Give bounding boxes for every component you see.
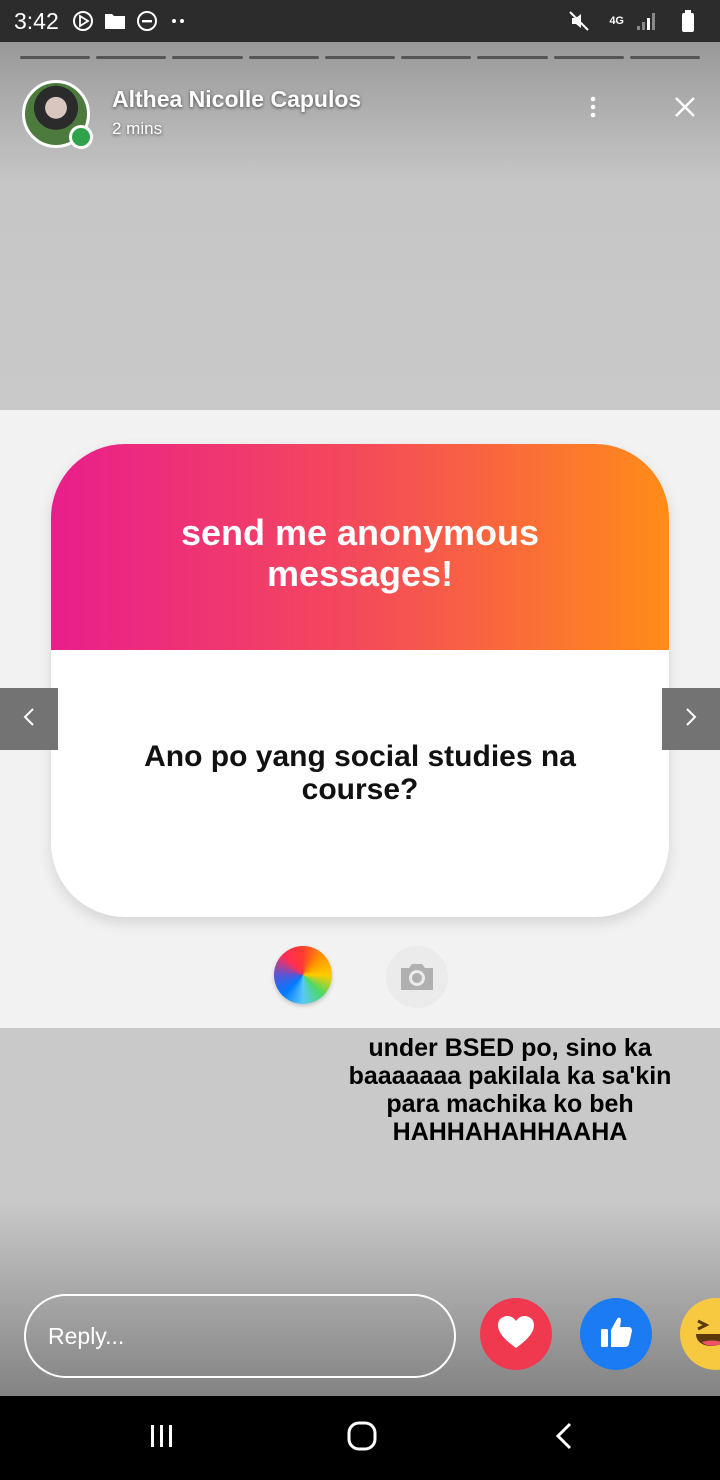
more-notifications-icon [167,9,191,33]
battery-icon [676,9,700,33]
signal-icon [634,9,658,33]
folder-icon [103,9,127,33]
recent-apps-icon [147,1422,177,1455]
system-navigation-bar [0,1396,720,1480]
progress-segment [324,56,396,59]
home-icon [346,1420,378,1457]
mute-icon [567,9,591,33]
camera-icon [386,946,448,1008]
heart-icon [496,1314,536,1355]
network-icon: 4G [609,14,624,27]
close-icon [673,95,697,124]
color-wheel-icon [274,946,332,1004]
more-vertical-icon [589,95,597,124]
back-icon [554,1421,574,1456]
card-question-text: Ano po yang social studies na course? [144,740,576,806]
story-text-overlay: under BSED po, sino ka baaaaaaa pakilala… [348,1034,672,1146]
question-card: send me anonymous messages! Ano po yang … [51,444,669,917]
progress-segment [477,56,548,59]
user-name[interactable]: Althea Nicolle Capulos [112,86,361,113]
previous-story-button[interactable] [0,688,58,750]
progress-segment [20,56,91,59]
clock: 3:42 [14,7,59,34]
progress-segment [553,56,624,59]
story-timestamp: 2 mins [112,119,163,138]
progress-segment [248,56,319,59]
card-header: send me anonymous messages! [51,444,669,650]
story-progress-bar [20,56,700,59]
home-button[interactable] [340,1416,384,1460]
card-header-text: send me anonymous messages! [180,512,540,594]
chevron-left-icon [22,706,36,733]
more-options-button[interactable] [578,92,608,126]
next-story-button[interactable] [662,688,720,750]
chevron-right-icon [684,706,698,733]
recent-apps-button[interactable] [140,1416,184,1460]
media-icon [71,9,95,33]
avatar[interactable] [22,80,93,149]
back-button[interactable] [542,1416,586,1460]
haha-icon [688,1304,720,1365]
progress-segment [401,56,472,59]
heart-reaction-button[interactable] [480,1298,552,1370]
progress-segment [96,56,167,59]
reply-input[interactable] [24,1294,456,1378]
do-not-disturb-icon [135,9,159,33]
online-indicator [69,125,93,149]
progress-segment [629,56,700,59]
like-icon [597,1313,635,1356]
status-bar: 3:42 4G [0,0,720,42]
close-button[interactable] [668,92,702,126]
progress-segment [172,56,243,59]
like-reaction-button[interactable] [580,1298,652,1370]
